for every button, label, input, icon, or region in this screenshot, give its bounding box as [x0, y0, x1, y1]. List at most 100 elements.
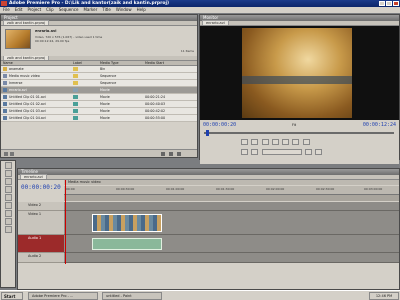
table-row[interactable]: Untitled Clip 01 02.avi Movie 00:00:40:03: [1, 101, 197, 108]
project-tab[interactable]: zaik and kantin.prproj: [3, 20, 50, 25]
hand-tool-icon[interactable]: [4, 218, 12, 225]
table-row[interactable]: Untitled Clip 01 01.avi Movie 00:00:21:24: [1, 94, 197, 101]
go-to-out-button[interactable]: [251, 149, 259, 155]
sequence-tab[interactable]: Media music video: [64, 180, 399, 185]
table-row[interactable]: anamate Bin: [1, 66, 197, 73]
clip-name: enrario.avi: [35, 29, 57, 33]
sequence-icon: [3, 74, 7, 78]
timeline-tab[interactable]: enrario.avi: [20, 174, 47, 179]
monitor-scrub-bar[interactable]: [204, 132, 394, 134]
sequence-icon: [3, 81, 7, 85]
track-lane-audio-2[interactable]: [64, 253, 399, 263]
menu-marker[interactable]: Marker: [83, 7, 97, 13]
selection-tool-icon[interactable]: [4, 162, 12, 169]
taskbar-task-premiere[interactable]: Adobe Premiere Pro - ...: [28, 292, 98, 300]
table-row[interactable]: enrario.avi Movie: [1, 87, 197, 94]
set-in-point-button[interactable]: [241, 139, 248, 145]
icon-view-icon[interactable]: [10, 152, 14, 156]
menu-clip[interactable]: Clip: [46, 7, 54, 13]
table-row[interactable]: Inmerse Sequence: [1, 80, 197, 87]
slip-tool-icon[interactable]: [4, 202, 12, 209]
window-titlebar: Adobe Premiere Pro - D:\Lik and kantor(z…: [0, 0, 400, 7]
rolling-edit-tool-icon[interactable]: [4, 186, 12, 193]
row-media-start: 00:00:42:02: [145, 109, 166, 113]
work-area-bar[interactable]: [64, 195, 399, 201]
row-media-start: 00:00:40:03: [145, 102, 166, 106]
step-back-button[interactable]: [261, 139, 269, 145]
menu-help[interactable]: Help: [137, 7, 146, 13]
table-row[interactable]: Untitled Clip 01 04.avi Movie 00:00:55:00: [1, 115, 197, 122]
track-lane-video-2[interactable]: [64, 202, 399, 211]
menu-file[interactable]: File: [3, 7, 10, 13]
row-name: Inmerse: [9, 81, 23, 85]
monitor-viewport: [200, 26, 399, 120]
jog-dial[interactable]: [261, 149, 302, 155]
menu-sequence[interactable]: Sequence: [59, 7, 79, 13]
razor-tool-icon[interactable]: [4, 194, 12, 201]
movie-icon: [3, 102, 7, 106]
pen-tool-icon[interactable]: [4, 210, 12, 217]
video-clip[interactable]: [92, 214, 162, 232]
menu-project[interactable]: Project: [27, 7, 41, 13]
new-bin-icon[interactable]: [161, 152, 165, 156]
audio-clip[interactable]: [92, 238, 162, 250]
track-lane-audio-1[interactable]: [64, 235, 399, 253]
set-out-point-button[interactable]: [251, 139, 259, 145]
zoom-tool-icon[interactable]: [4, 226, 12, 233]
track-lane-video-1[interactable]: [64, 211, 399, 235]
maximize-button[interactable]: [386, 1, 392, 6]
label-swatch: [73, 109, 78, 113]
row-media-type: Movie: [100, 88, 110, 92]
taskbar-task-paint[interactable]: untitled - Paint: [102, 292, 162, 300]
row-media-start: [143, 66, 188, 72]
step-forward-button[interactable]: [282, 139, 290, 145]
row-media-type: Sequence: [100, 74, 117, 78]
col-name[interactable]: Name: [1, 61, 71, 65]
taskbar: Start Adobe Premiere Pro - ... untitled …: [0, 290, 400, 300]
timeline-timecode[interactable]: 00:00:00:20: [21, 184, 61, 191]
row-media-type: Bin: [100, 67, 106, 71]
col-media-start[interactable]: Media Start: [143, 61, 188, 65]
time-ruler[interactable]: 00:00 00:00:30:00 00:01:00:00 00:01:30:0…: [64, 186, 399, 195]
table-row[interactable]: Untitled Clip 01 03.avi Movie 00:00:42:02: [1, 108, 197, 115]
insert-button[interactable]: [304, 149, 312, 155]
monitor-playhead[interactable]: [206, 130, 209, 136]
label-swatch: [73, 116, 78, 120]
movie-icon: [3, 116, 7, 120]
timeline-playhead[interactable]: [65, 180, 66, 264]
close-button[interactable]: [393, 1, 399, 6]
ripple-edit-tool-icon[interactable]: [4, 178, 12, 185]
safe-margins-button[interactable]: [302, 139, 310, 145]
minimize-button[interactable]: [379, 1, 385, 6]
ruler-mark: 00:02:30:00: [316, 187, 335, 191]
track-header-audio-2[interactable]: Audio 2: [18, 253, 64, 263]
new-item-icon[interactable]: [169, 152, 173, 156]
row-media-start: 00:00:21:24: [145, 95, 166, 99]
monitor-tab[interactable]: enrario.avi: [202, 20, 229, 25]
menu-edit[interactable]: Edit: [15, 7, 23, 13]
col-label[interactable]: Label: [71, 61, 98, 65]
row-name: Untitled Clip 01 02.avi: [9, 102, 46, 106]
col-media-type[interactable]: Media Type: [98, 61, 143, 65]
go-to-in-button[interactable]: [241, 149, 248, 155]
overlay-button[interactable]: [315, 149, 323, 155]
monitor-timecode-duration: 00:00:12:24: [362, 122, 396, 128]
track-header-audio-1[interactable]: Audio 1: [18, 235, 64, 253]
row-media-start: 00:00:55:00: [145, 116, 166, 120]
monitor-timecode-current[interactable]: 00:00:00:20: [203, 122, 236, 128]
track-header-video-2[interactable]: Video 2: [18, 202, 64, 211]
play-button[interactable]: [271, 139, 279, 145]
label-swatch: [73, 74, 78, 78]
ruler-mark: 00:02:00:00: [266, 187, 285, 191]
monitor-fit-select[interactable]: Fit: [292, 123, 296, 127]
track-select-tool-icon[interactable]: [4, 170, 12, 177]
trash-icon[interactable]: [177, 152, 181, 156]
ruler-mark: 00:01:30:00: [216, 187, 235, 191]
start-button[interactable]: Start: [1, 292, 23, 300]
track-header-video-1[interactable]: Video 1: [18, 211, 64, 235]
table-row[interactable]: Media music video Sequence: [1, 73, 197, 80]
menu-window[interactable]: Window: [116, 7, 132, 13]
loop-button[interactable]: [292, 139, 300, 145]
menu-title[interactable]: Title: [102, 7, 111, 13]
list-view-icon[interactable]: [4, 152, 8, 156]
